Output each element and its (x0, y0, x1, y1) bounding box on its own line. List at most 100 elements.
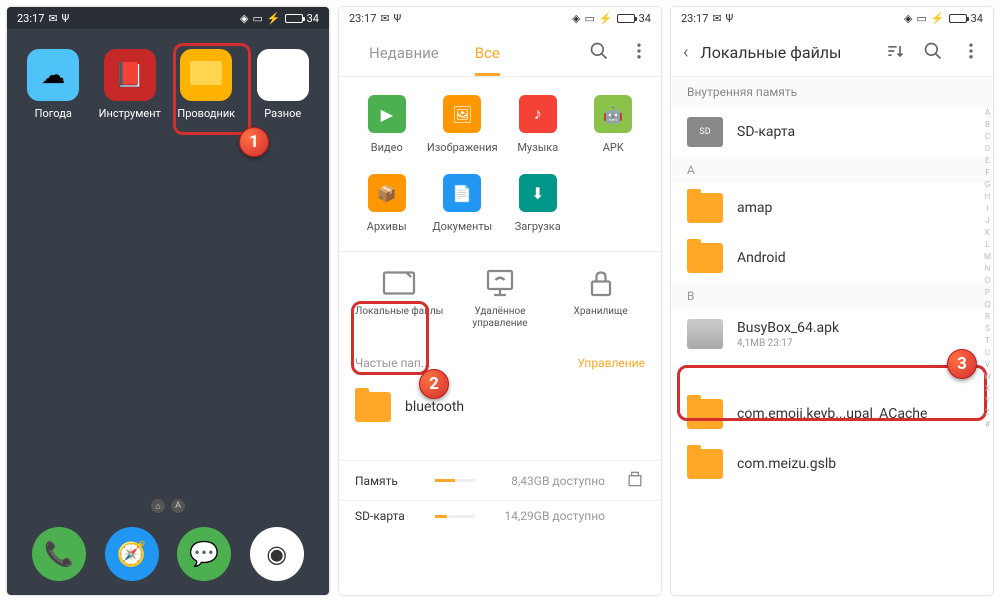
file-list: SD SD-карта A amap Android B BusyBox_64.… (671, 107, 993, 489)
tab-all[interactable]: Все (457, 29, 518, 76)
folder-icon (687, 243, 723, 273)
misc-label: Разное (264, 107, 301, 120)
folder-icon (355, 392, 391, 422)
storage-row: Локальные файлы Удалённое управление Хра… (339, 251, 661, 346)
folder-emoji[interactable]: com.emoji.keyb...upal_ACache (671, 389, 993, 439)
tools-icon: 📕 (104, 49, 156, 101)
storage-local[interactable]: Локальные файлы (349, 268, 450, 330)
cat-download[interactable]: ⬇Загрузка (500, 174, 576, 233)
mail-icon: ✉ (380, 12, 389, 25)
wifi-icon: ◈ (240, 12, 248, 25)
status-bar: 23:17 ✉ Ψ ◈ ▭ ⚡ 34 (671, 7, 993, 29)
manage-link[interactable]: Управление (577, 356, 645, 370)
status-bar: 23:17 ✉ Ψ ◈ ▭ ⚡ 34 (7, 7, 329, 29)
archives-icon: 📦 (368, 174, 406, 212)
page-indicator: ⌂ A (7, 499, 329, 513)
phone-app[interactable]: 📞 (32, 527, 86, 581)
memory-sd[interactable]: SD-карта 14,29GB доступно (339, 500, 661, 531)
status-time: 23:17 (349, 12, 376, 25)
file-busybox[interactable]: BusyBox_64.apk 4,1MB 23:17 (671, 309, 993, 359)
home-dot-icon[interactable]: ⌂ (151, 499, 165, 513)
alphabet-index[interactable]: A B C D E F G H I J K L M N O P Q R S T … (984, 107, 991, 431)
section-b: B (671, 283, 993, 309)
sd-card-item[interactable]: SD SD-карта (671, 107, 993, 157)
battery-percent: 34 (307, 12, 319, 25)
badge-2: 2 (419, 369, 449, 399)
tools-app[interactable]: 📕 Инструмент (96, 49, 165, 120)
storage-vault[interactable]: Хранилище (550, 268, 651, 330)
folder-icon (687, 449, 723, 479)
category-grid: ▶Видео 🖼Изображения ♪Музыка 🤖APK 📦Архивы… (339, 77, 661, 251)
sort-icon[interactable] (885, 41, 905, 65)
lightning-icon: ⚡ (931, 12, 945, 25)
battery-percent: 34 (639, 12, 651, 25)
wifi-icon: ◈ (572, 12, 580, 25)
camera-app[interactable]: ◉ (250, 527, 304, 581)
memory-bar-sd (435, 515, 475, 518)
usb-icon: Ψ (394, 12, 402, 25)
mail-icon: ✉ (712, 12, 721, 25)
search-icon[interactable] (923, 41, 943, 65)
folder-bluetooth[interactable]: bluetooth (339, 380, 661, 434)
music-icon: ♪ (519, 95, 557, 133)
tab-recent[interactable]: Недавние (351, 29, 457, 76)
frequent-label: Частые пап... (355, 356, 430, 370)
status-time: 23:17 (17, 12, 44, 25)
weather-icon: ☁ (27, 49, 79, 101)
cat-documents[interactable]: 📄Документы (425, 174, 501, 233)
video-icon: ▶ (368, 95, 406, 133)
folder-amap[interactable]: amap (671, 183, 993, 233)
back-icon[interactable]: ‹ (683, 42, 688, 63)
usb-icon: Ψ (726, 12, 734, 25)
explorer-app[interactable]: Проводник (172, 49, 241, 120)
menu-icon[interactable] (961, 41, 981, 65)
remote-icon (482, 268, 518, 298)
badge-1: 1 (239, 127, 269, 157)
weather-label: Погода (35, 107, 72, 120)
battery-icon (949, 14, 967, 23)
signal-icon: ▭ (917, 12, 927, 25)
cat-music[interactable]: ♪Музыка (500, 95, 576, 154)
browser-app[interactable]: 🧭 (105, 527, 159, 581)
cat-images[interactable]: 🖼Изображения (425, 95, 501, 154)
sd-card-icon: SD (687, 117, 723, 147)
menu-icon[interactable] (629, 41, 649, 65)
badge-3: 3 (947, 349, 977, 379)
weather-app[interactable]: ☁ Погода (19, 49, 88, 120)
dock: 📞 🧭 💬 ◉ (7, 527, 329, 581)
explorer-icon (180, 49, 232, 101)
section-frequent: Частые пап... Управление (339, 346, 661, 380)
battery-icon (285, 14, 303, 23)
cleanup-icon[interactable] (625, 469, 645, 492)
battery-icon (617, 14, 635, 23)
battery-percent: 34 (971, 12, 983, 25)
mail-icon: ✉ (48, 12, 57, 25)
home-grid: ☁ Погода 📕 Инструмент Проводник Разное (7, 29, 329, 140)
memory-bar (435, 479, 475, 482)
folder-meizu[interactable]: com.meizu.gslb (671, 439, 993, 489)
messages-app[interactable]: 💬 (177, 527, 231, 581)
folder-icon (687, 399, 723, 429)
section-a: A (671, 157, 993, 183)
breadcrumb[interactable]: Внутренняя память (671, 77, 993, 107)
phone-file-manager: 23:17 ✉ Ψ ◈ ▭ ⚡ 34 Недавние Все ▶Видео 🖼… (339, 7, 661, 595)
cat-video[interactable]: ▶Видео (349, 95, 425, 154)
status-time: 23:17 (681, 12, 708, 25)
wifi-icon: ◈ (904, 12, 912, 25)
local-files-icon (381, 268, 417, 298)
folder-icon (687, 193, 723, 223)
status-bar: 23:17 ✉ Ψ ◈ ▭ ⚡ 34 (339, 7, 661, 29)
folder-android[interactable]: Android (671, 233, 993, 283)
search-icon[interactable] (589, 41, 609, 65)
explorer-label: Проводник (177, 107, 235, 120)
documents-icon: 📄 (443, 174, 481, 212)
misc-app[interactable]: Разное (249, 49, 318, 120)
storage-remote[interactable]: Удалённое управление (450, 268, 551, 330)
cat-archives[interactable]: 📦Архивы (349, 174, 425, 233)
tabs: Недавние Все (339, 29, 661, 77)
cat-apk[interactable]: 🤖APK (576, 95, 652, 154)
memory-internal[interactable]: Память 8,43GB доступно (339, 460, 661, 500)
apk-icon: 🤖 (594, 95, 632, 133)
page-dot-a[interactable]: A (171, 499, 185, 513)
images-icon: 🖼 (443, 95, 481, 133)
